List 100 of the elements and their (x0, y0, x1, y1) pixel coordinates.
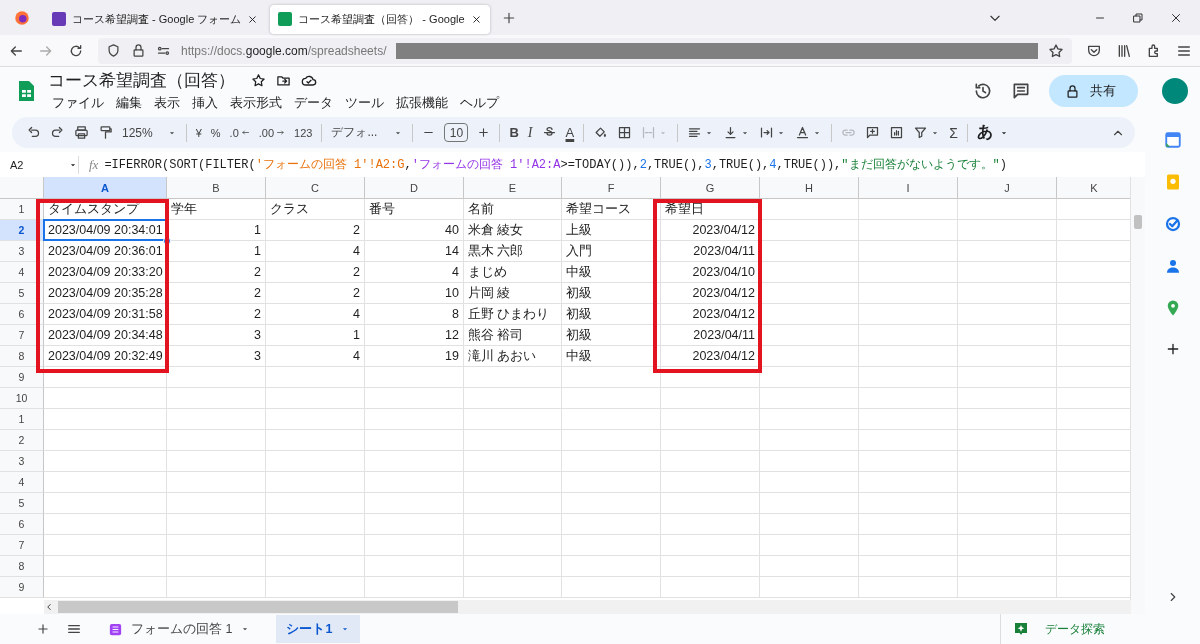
row-header[interactable]: 1 (0, 409, 44, 430)
library-icon[interactable] (1116, 42, 1132, 59)
borders-icon[interactable] (617, 125, 633, 140)
row-header[interactable]: 8 (0, 556, 44, 577)
menu-item[interactable]: ツール (341, 94, 388, 113)
input-tools-button[interactable]: あ (976, 122, 1009, 143)
font-size-field[interactable]: 10 (444, 123, 469, 142)
undo-icon[interactable] (26, 125, 41, 140)
row-header[interactable]: 7 (0, 325, 44, 346)
wrap-icon[interactable] (759, 125, 775, 140)
row-header[interactable]: 9 (0, 367, 44, 388)
formula-text[interactable]: =IFERROR(SORT(FILTER('フォームの回答 1'!A2:G,'フォームの回答 1'!A2:A>=TODAY()),2,TRUE(),3,TRUE(),4,TRUE()),"まだ回答がないようです。") (104, 156, 1007, 173)
menu-item[interactable]: ファイル (48, 94, 108, 113)
align-left-icon[interactable] (687, 125, 703, 140)
row-header[interactable]: 3 (0, 451, 44, 472)
sheet-tab[interactable]: フォームの回答 1 (98, 615, 261, 643)
number-format-button[interactable]: 123 (294, 126, 313, 139)
browser-tab[interactable]: コース希望調査 - Google フォーム (44, 4, 267, 34)
column-header[interactable]: H (760, 177, 859, 199)
browser-logo-icon[interactable] (13, 8, 31, 27)
table-cell: 初級 (562, 325, 661, 346)
account-avatar[interactable] (1162, 78, 1188, 104)
italic-button[interactable]: I (527, 124, 533, 141)
row-header[interactable]: 4 (0, 262, 44, 283)
font-dropdown[interactable]: デフォ... (331, 124, 404, 141)
column-header[interactable]: J (958, 177, 1057, 199)
move-folder-icon[interactable] (276, 73, 291, 88)
print-icon[interactable] (74, 125, 89, 140)
chart-icon[interactable] (889, 125, 905, 140)
menu-item[interactable]: ヘルプ (456, 94, 503, 113)
column-header[interactable]: B (167, 177, 266, 199)
url-text[interactable]: https://docs.google.com/spreadsheets/ (181, 43, 387, 58)
bold-button[interactable]: B (509, 125, 519, 140)
scroll-left-icon[interactable] (44, 602, 54, 612)
menu-item[interactable]: 挿入 (188, 94, 222, 113)
column-header[interactable]: E (464, 177, 562, 199)
share-button[interactable]: 共有 (1049, 75, 1138, 107)
row-header[interactable]: 4 (0, 472, 44, 493)
version-history-icon[interactable] (973, 81, 993, 101)
table-cell: 4 (266, 304, 365, 325)
row-header[interactable]: 9 (0, 577, 44, 598)
column-header[interactable]: A (44, 177, 167, 199)
column-header[interactable]: D (365, 177, 464, 199)
row-header[interactable]: 8 (0, 346, 44, 367)
filter-icon[interactable] (913, 125, 929, 140)
table-cell: 丘野 ひまわり (464, 304, 562, 325)
table-cell: 入門 (562, 241, 661, 262)
arrow-right-icon[interactable] (276, 128, 286, 137)
row-header[interactable]: 6 (0, 304, 44, 325)
row-header[interactable]: 6 (0, 514, 44, 535)
comment-icon[interactable] (1011, 81, 1031, 101)
percent-format-button[interactable]: % (210, 126, 221, 139)
form-icon (108, 621, 123, 637)
document-title[interactable]: コース希望調査（回答） (48, 69, 235, 92)
row-header[interactable]: 10 (0, 388, 44, 409)
row-header[interactable]: 5 (0, 283, 44, 304)
cell-reference[interactable]: A2 (0, 158, 48, 171)
column-header[interactable]: G (661, 177, 760, 199)
close-icon[interactable] (247, 13, 259, 25)
calendar-icon[interactable] (1163, 131, 1182, 149)
zoom-dropdown[interactable]: 125% (122, 125, 177, 140)
row-header[interactable]: 7 (0, 535, 44, 556)
menu-item[interactable]: 編集 (112, 94, 146, 113)
rotation-icon[interactable] (795, 125, 811, 140)
menu-item[interactable]: 拡張機能 (392, 94, 452, 113)
row-header[interactable]: 2 (0, 220, 44, 241)
row-header[interactable]: 5 (0, 493, 44, 514)
add-sheet-icon[interactable] (36, 622, 50, 636)
increase-decimal-button[interactable]: .00 (258, 126, 286, 139)
row-header[interactable]: 3 (0, 241, 44, 262)
arrow-left-icon[interactable] (240, 128, 250, 137)
functions-button[interactable]: Σ (949, 124, 958, 141)
row-header[interactable]: 2 (0, 430, 44, 451)
column-header[interactable]: F (562, 177, 661, 199)
plus-icon[interactable] (477, 126, 491, 139)
currency-format-button[interactable]: ¥ (195, 126, 202, 139)
paint-format-icon[interactable] (98, 125, 113, 140)
browser-tab[interactable]: コース希望調査（回答） - Google (270, 4, 490, 34)
new-tab-icon[interactable] (501, 10, 516, 25)
column-header[interactable]: I (859, 177, 958, 199)
tasks-icon[interactable] (1163, 215, 1182, 233)
text-color-button[interactable]: A (565, 125, 575, 140)
bookmark-star-icon[interactable] (1048, 42, 1064, 59)
restore-icon[interactable] (1132, 11, 1144, 24)
fill-color-icon[interactable] (593, 125, 609, 140)
star-icon[interactable] (251, 73, 266, 88)
add-comment-icon[interactable] (865, 125, 881, 140)
sheet-tab[interactable]: シート1 (276, 615, 361, 643)
decrease-decimal-button[interactable]: .0 (229, 126, 250, 139)
reload-icon[interactable] (68, 42, 84, 59)
redo-icon[interactable] (50, 125, 65, 140)
close-icon[interactable] (470, 13, 482, 25)
column-header[interactable]: K (1057, 177, 1132, 199)
menu-item[interactable]: 表示形式 (226, 94, 286, 113)
horizontal-scrollbar[interactable] (44, 600, 1131, 614)
menu-item[interactable]: データ (290, 94, 337, 113)
column-header[interactable]: C (266, 177, 365, 199)
close-icon[interactable] (1170, 11, 1182, 24)
menu-item[interactable]: 表示 (150, 94, 184, 113)
align-bottom-icon[interactable] (723, 125, 739, 140)
